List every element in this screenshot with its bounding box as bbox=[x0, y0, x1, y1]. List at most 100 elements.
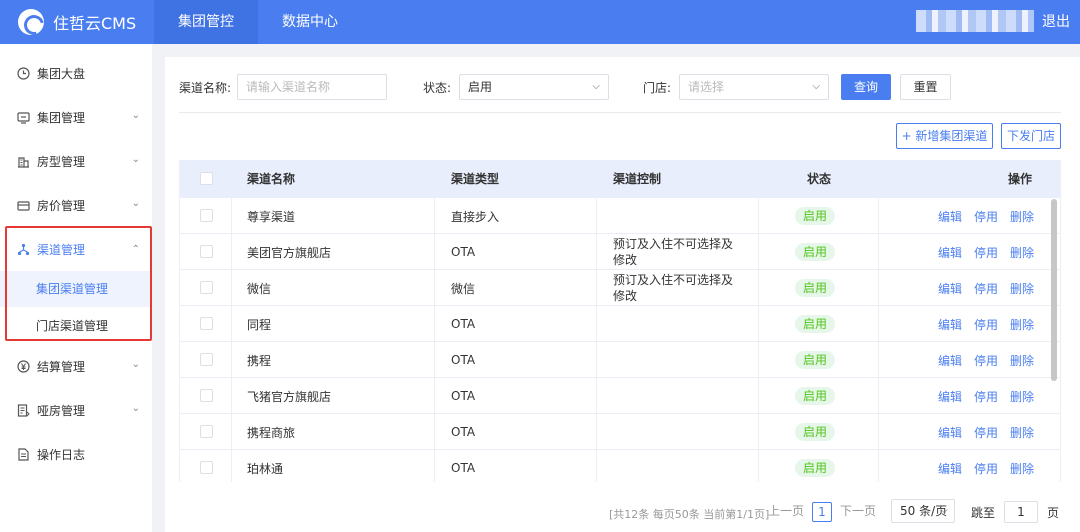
sidebar-item-room-type[interactable]: 房型管理 ⌄ bbox=[0, 143, 152, 179]
delete-link[interactable]: 删除 bbox=[1010, 460, 1034, 477]
sidebar-item-channel-management[interactable]: 渠道管理 ⌃ bbox=[0, 231, 152, 267]
delete-link[interactable]: 删除 bbox=[1010, 208, 1034, 225]
edit-link[interactable]: 编辑 bbox=[938, 424, 962, 441]
row-checkbox[interactable] bbox=[200, 353, 213, 366]
table-scrollbar-thumb[interactable] bbox=[1051, 199, 1057, 381]
cell-channel-control bbox=[613, 414, 743, 450]
chevron-down-icon: ⌄ bbox=[131, 403, 140, 414]
column-divider bbox=[596, 160, 597, 482]
topnav-group-control[interactable]: 集团管控 bbox=[154, 0, 258, 44]
sidebar-item-room-price[interactable]: 房价管理 ⌄ bbox=[0, 187, 152, 223]
sidebar-item-label: 结算管理 bbox=[37, 359, 86, 374]
disable-link[interactable]: 停用 bbox=[974, 280, 998, 297]
row-checkbox[interactable] bbox=[200, 461, 213, 474]
logout-button[interactable]: 退出 bbox=[1042, 0, 1070, 44]
edit-link[interactable]: 编辑 bbox=[938, 388, 962, 405]
chevron-down-icon: ⌵ bbox=[940, 505, 948, 516]
column-divider bbox=[231, 160, 232, 482]
chevron-down-icon: ⌄ bbox=[131, 198, 140, 209]
delete-link[interactable]: 删除 bbox=[1010, 280, 1034, 297]
delete-link[interactable]: 删除 bbox=[1010, 424, 1034, 441]
cell-channel-name: 携程商旅 bbox=[247, 425, 296, 440]
sidebar-subitem-group-channel[interactable]: 集团渠道管理 bbox=[0, 271, 152, 307]
disable-link[interactable]: 停用 bbox=[974, 460, 998, 477]
cell-channel-type: 直接步入 bbox=[451, 209, 500, 224]
sidebar-subitem-store-channel[interactable]: 门店渠道管理 bbox=[0, 308, 152, 344]
edit-link[interactable]: 编辑 bbox=[938, 208, 962, 225]
sidebar-item-group-management[interactable]: 集团管理 ⌄ bbox=[0, 99, 152, 135]
disable-link[interactable]: 停用 bbox=[974, 388, 998, 405]
status-badge: 启用 bbox=[795, 387, 836, 405]
delete-link[interactable]: 删除 bbox=[1010, 352, 1034, 369]
row-checkbox[interactable] bbox=[200, 209, 213, 222]
chevron-down-icon: ⌄ bbox=[131, 359, 140, 370]
query-button[interactable]: 查询 bbox=[841, 74, 891, 100]
cell-status: 启用 bbox=[795, 342, 836, 378]
reset-button[interactable]: 重置 bbox=[900, 74, 951, 100]
edit-link[interactable]: 编辑 bbox=[938, 280, 962, 297]
row-checkbox[interactable] bbox=[200, 317, 213, 330]
prev-page-button[interactable]: 上一页 bbox=[768, 501, 804, 523]
status-badge: 启用 bbox=[795, 279, 836, 297]
monitor-icon bbox=[16, 110, 30, 124]
cell-status: 启用 bbox=[795, 306, 836, 342]
status-badge: 启用 bbox=[795, 351, 836, 369]
delete-link[interactable]: 删除 bbox=[1010, 244, 1034, 261]
sidebar-item-group-dashboard[interactable]: 集团大盘 bbox=[0, 55, 152, 91]
logo[interactable]: 住哲云CMS bbox=[18, 8, 136, 36]
sidebar-item-operation-log[interactable]: 操作日志 bbox=[0, 436, 152, 472]
status-select[interactable]: 启用 ⌵ bbox=[459, 74, 609, 100]
status-badge: 启用 bbox=[795, 423, 836, 441]
chevron-down-icon: ⌄ bbox=[131, 110, 140, 121]
disable-link[interactable]: 停用 bbox=[974, 316, 998, 333]
row-checkbox[interactable] bbox=[200, 389, 213, 402]
channel-name-input[interactable]: 请输入渠道名称 bbox=[237, 74, 387, 100]
page-suffix: 页 bbox=[1047, 506, 1060, 520]
next-page-button[interactable]: 下一页 bbox=[840, 501, 876, 523]
sidebar-item-label: 操作日志 bbox=[37, 447, 86, 462]
disable-link[interactable]: 停用 bbox=[974, 424, 998, 441]
edit-link[interactable]: 编辑 bbox=[938, 244, 962, 261]
sidebar-item-dummy-room[interactable]: 哑房管理 ⌄ bbox=[0, 392, 152, 428]
cell-actions: 编辑 停用 删除 bbox=[938, 234, 1046, 270]
main-content: 渠道名称: 请输入渠道名称 状态: 启用 ⌵ 门店: 请选择 ⌵ 查询 重置 +… bbox=[165, 57, 1080, 532]
table-row: 携程 OTA 启用 编辑 停用 删除 bbox=[180, 342, 1060, 378]
edit-link[interactable]: 编辑 bbox=[938, 460, 962, 477]
edit-link[interactable]: 编辑 bbox=[938, 316, 962, 333]
table-row: 同程 OTA 启用 编辑 停用 删除 bbox=[180, 306, 1060, 342]
disable-link[interactable]: 停用 bbox=[974, 352, 998, 369]
status-badge: 启用 bbox=[795, 243, 836, 261]
delete-link[interactable]: 删除 bbox=[1010, 316, 1034, 333]
cell-status: 启用 bbox=[795, 378, 836, 414]
select-all-checkbox[interactable] bbox=[200, 172, 213, 185]
topnav-data-center[interactable]: 数据中心 bbox=[258, 0, 362, 44]
jump-page-input[interactable]: 1 bbox=[1004, 501, 1038, 523]
divider bbox=[179, 112, 1061, 113]
disable-link[interactable]: 停用 bbox=[974, 208, 998, 225]
store-select[interactable]: 请选择 ⌵ bbox=[679, 74, 829, 100]
cell-channel-name: 美团官方旗舰店 bbox=[247, 245, 332, 260]
cell-channel-control bbox=[613, 306, 743, 342]
cell-channel-name: 珀林通 bbox=[247, 461, 284, 476]
edit-link[interactable]: 编辑 bbox=[938, 352, 962, 369]
row-checkbox[interactable] bbox=[200, 425, 213, 438]
sidebar-item-label: 集团大盘 bbox=[37, 66, 86, 81]
disable-link[interactable]: 停用 bbox=[974, 244, 998, 261]
delete-link[interactable]: 删除 bbox=[1010, 388, 1034, 405]
status-badge: 启用 bbox=[795, 459, 836, 477]
column-header-control: 渠道控制 bbox=[613, 172, 662, 186]
table-header: 渠道名称 渠道类型 渠道控制 状态 操作 bbox=[180, 160, 1060, 198]
sidebar-item-settlement[interactable]: 结算管理 ⌄ bbox=[0, 348, 152, 384]
channel-name-placeholder: 请输入渠道名称 bbox=[246, 80, 331, 94]
table-scrollbar[interactable] bbox=[1051, 199, 1057, 381]
cell-channel-name: 微信 bbox=[247, 281, 272, 296]
current-page-number[interactable]: 1 bbox=[812, 502, 832, 522]
dispatch-store-button[interactable]: 下发门店 bbox=[1001, 123, 1061, 149]
cell-status: 启用 bbox=[795, 198, 836, 234]
column-header-actions: 操作 bbox=[1008, 172, 1033, 186]
row-checkbox[interactable] bbox=[200, 245, 213, 258]
column-header-type: 渠道类型 bbox=[451, 172, 500, 186]
row-checkbox[interactable] bbox=[200, 281, 213, 294]
add-group-channel-button[interactable]: + 新增集团渠道 bbox=[896, 123, 993, 149]
page-size-select[interactable]: 50 条/页 ⌵ bbox=[891, 499, 955, 523]
